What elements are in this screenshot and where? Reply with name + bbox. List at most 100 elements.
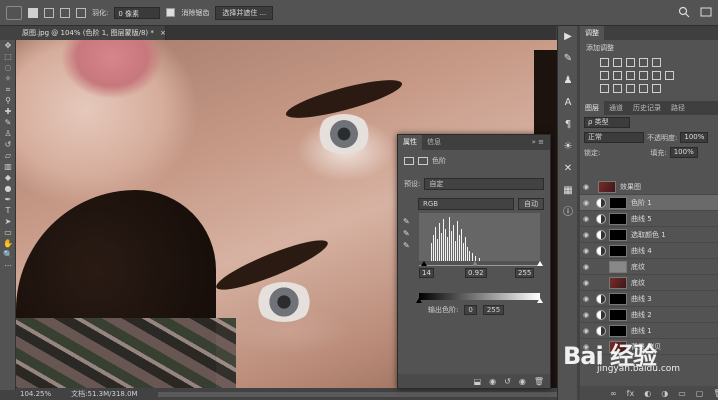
delete-adjustment-icon[interactable]: 🗑 bbox=[534, 377, 544, 386]
dodge-tool-icon[interactable]: ● bbox=[0, 183, 16, 194]
select-and-mask-button[interactable]: 选择并遮住 ... bbox=[215, 5, 274, 20]
marquee-tool-icon[interactable]: ⬚ bbox=[0, 51, 16, 62]
new-fill-layer-icon[interactable]: ◑ bbox=[661, 389, 668, 398]
more-tools-icon[interactable]: ⋯ bbox=[0, 260, 16, 271]
visibility-eye-icon[interactable]: ◉ bbox=[580, 279, 592, 287]
play-action-icon[interactable]: ▶ bbox=[558, 26, 578, 48]
selective-color-icon[interactable] bbox=[652, 84, 661, 93]
layer-mask-thumbnail[interactable] bbox=[609, 212, 627, 225]
pen-tool-icon[interactable]: ✒ bbox=[0, 194, 16, 205]
layer-row[interactable]: ◉ 底纹 bbox=[580, 259, 718, 275]
panel-menu-icon[interactable]: » ≡ bbox=[527, 135, 550, 150]
feather-input[interactable]: 0 像素 bbox=[114, 6, 161, 19]
zoom-level[interactable]: 104.25% bbox=[20, 388, 51, 400]
path-selection-tool-icon[interactable]: ➤ bbox=[0, 216, 16, 227]
lasso-tool-icon[interactable] bbox=[6, 5, 22, 20]
link-layers-icon[interactable]: ∞ bbox=[610, 389, 617, 398]
layer-mask-thumbnail[interactable] bbox=[609, 292, 627, 305]
layer-mask-thumbnail[interactable] bbox=[609, 228, 627, 241]
layer-row[interactable]: ◉ 曲线 3 bbox=[580, 291, 718, 307]
delete-layer-icon[interactable]: 🗑 bbox=[713, 389, 718, 398]
rectangle-tool-icon[interactable]: ▭ bbox=[0, 227, 16, 238]
invert-icon[interactable] bbox=[600, 84, 609, 93]
output-white-value[interactable]: 255 bbox=[482, 305, 505, 315]
visibility-eye-icon[interactable]: ◉ bbox=[580, 183, 592, 191]
antialias-checkbox[interactable] bbox=[166, 8, 176, 17]
gradient-tool-icon[interactable]: ▥ bbox=[0, 161, 16, 172]
curves-icon[interactable] bbox=[626, 58, 635, 67]
zoom-tool-icon[interactable]: 🔍 bbox=[0, 249, 16, 260]
layer-filter-select[interactable]: ρ 类型 bbox=[584, 117, 630, 128]
brush-tool-icon[interactable]: ✎ bbox=[0, 117, 16, 128]
fill-input[interactable]: 100% bbox=[669, 147, 698, 158]
white-point-eyedropper-icon[interactable]: ✎ bbox=[403, 241, 413, 253]
color-lookup-icon[interactable] bbox=[665, 71, 674, 80]
healing-brush-tool-icon[interactable]: ✚ bbox=[0, 106, 16, 117]
visibility-eye-icon[interactable]: ◉ bbox=[580, 215, 592, 223]
mask-icon[interactable] bbox=[418, 157, 428, 165]
tab-paths[interactable]: 路径 bbox=[666, 101, 690, 115]
toggle-visibility-icon[interactable]: ◉ bbox=[519, 377, 526, 386]
visibility-eye-icon[interactable]: ◉ bbox=[580, 343, 592, 351]
visibility-eye-icon[interactable]: ◉ bbox=[580, 263, 592, 271]
character-icon[interactable]: A bbox=[558, 92, 578, 114]
layer-row[interactable]: ◉ 色阶 1 bbox=[580, 195, 718, 211]
new-layer-icon[interactable]: ▢ bbox=[696, 389, 704, 398]
workspace-icon[interactable] bbox=[700, 6, 712, 18]
layer-row[interactable]: ◉ 曲线 1 bbox=[580, 323, 718, 339]
view-previous-icon[interactable]: ◉ bbox=[489, 377, 496, 386]
clip-to-layer-icon[interactable]: ⬓ bbox=[474, 377, 482, 386]
visibility-eye-icon[interactable]: ◉ bbox=[580, 199, 592, 207]
tab-layers[interactable]: 图层 bbox=[580, 101, 604, 115]
posterize-icon[interactable] bbox=[613, 84, 622, 93]
adjustment-icon[interactable]: ☀ bbox=[558, 136, 578, 158]
layer-row[interactable]: ◉ 曲线 4 bbox=[580, 243, 718, 259]
brush-settings-icon[interactable]: ✎ bbox=[558, 48, 578, 70]
auto-button[interactable]: 自动 bbox=[518, 198, 544, 210]
gradient-map-icon[interactable] bbox=[639, 84, 648, 93]
output-levels-gradient[interactable] bbox=[419, 293, 540, 300]
clone-source-icon[interactable]: ♟ bbox=[558, 70, 578, 92]
hand-tool-icon[interactable]: ✋ bbox=[0, 238, 16, 249]
intersect-selection-icon[interactable] bbox=[76, 7, 86, 18]
tab-properties[interactable]: 属性 bbox=[398, 135, 422, 150]
magic-wand-tool-icon[interactable]: ✧ bbox=[0, 73, 16, 84]
eyedropper-tool-icon[interactable]: ⚲ bbox=[0, 95, 16, 106]
tab-info[interactable]: 信息 bbox=[422, 135, 446, 150]
swatches-icon[interactable]: ▦ bbox=[558, 180, 578, 202]
white-input-handle[interactable] bbox=[537, 261, 543, 266]
layer-row[interactable]: ◉ 底纹 bbox=[580, 275, 718, 291]
history-brush-tool-icon[interactable]: ↺ bbox=[0, 139, 16, 150]
layer-mask-thumbnail[interactable] bbox=[609, 244, 627, 257]
info-icon[interactable]: ⓘ bbox=[558, 202, 578, 224]
channel-mixer-icon[interactable] bbox=[652, 71, 661, 80]
type-tool-icon[interactable]: T bbox=[0, 205, 16, 216]
clone-stamp-tool-icon[interactable]: ♙ bbox=[0, 128, 16, 139]
layer-mask-thumbnail[interactable] bbox=[609, 324, 627, 337]
fx-icon[interactable]: fx bbox=[627, 389, 635, 398]
visibility-eye-icon[interactable]: ◉ bbox=[580, 231, 592, 239]
visibility-eye-icon[interactable]: ◉ bbox=[580, 327, 592, 335]
paragraph-icon[interactable]: ¶ bbox=[558, 114, 578, 136]
new-group-icon[interactable]: ▭ bbox=[678, 389, 686, 398]
blend-mode-select[interactable]: 正常 bbox=[584, 132, 644, 143]
opacity-input[interactable]: 100% bbox=[680, 132, 709, 143]
new-selection-icon[interactable] bbox=[28, 7, 38, 18]
output-black-value[interactable]: 0 bbox=[464, 305, 477, 315]
channel-select[interactable]: RGB bbox=[418, 198, 514, 210]
vibrance-icon[interactable] bbox=[652, 58, 661, 67]
layer-mask-thumbnail[interactable] bbox=[609, 196, 627, 209]
input-gamma-value[interactable]: 0.92 bbox=[465, 268, 487, 278]
layer-row[interactable]: ◉ 曲线 5 bbox=[580, 211, 718, 227]
input-black-value[interactable]: 14 bbox=[419, 268, 434, 278]
reset-icon[interactable]: ↺ bbox=[504, 377, 511, 386]
preset-select[interactable]: 自定 bbox=[424, 178, 544, 190]
brightness-icon[interactable] bbox=[600, 58, 609, 67]
black-output-handle[interactable] bbox=[416, 298, 422, 303]
layer-group[interactable]: ◉ 效果图 bbox=[580, 179, 718, 195]
input-levels-slider[interactable] bbox=[419, 265, 540, 266]
search-icon[interactable] bbox=[678, 6, 690, 18]
subtract-selection-icon[interactable] bbox=[60, 7, 70, 18]
layer-row[interactable]: ◉ 背景 拷贝 bbox=[580, 339, 718, 355]
tab-channels[interactable]: 通道 bbox=[604, 101, 628, 115]
